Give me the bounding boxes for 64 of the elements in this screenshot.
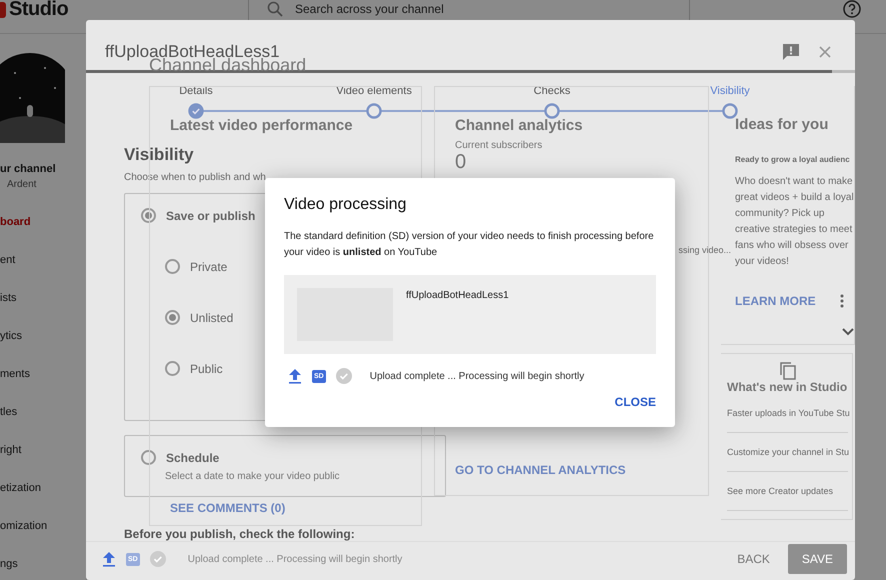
subscribers-count: 0 — [455, 151, 466, 173]
radio-button[interactable] — [165, 310, 180, 325]
more-icon[interactable] — [840, 294, 844, 308]
card-title: Latest video performance — [170, 117, 353, 134]
search-field[interactable]: Search across your channel — [295, 1, 595, 17]
video-title: ffUploadBotHeadLess1 — [406, 290, 509, 301]
logo-icon — [0, 0, 6, 20]
section-title: Visibility — [124, 145, 194, 165]
card-title: Ideas for you — [735, 116, 828, 133]
nav-item[interactable]: board — [0, 215, 86, 230]
radio-button[interactable] — [165, 361, 180, 376]
step-label[interactable]: Details — [179, 85, 213, 97]
help-icon[interactable] — [843, 0, 861, 18]
upload-status: Upload complete ... Processing will begin shortly — [188, 554, 402, 564]
option-label: Schedule — [166, 450, 220, 464]
checklist-title: Before you publish, check the following: — [124, 527, 355, 541]
modal-message: The standard definition (SD) version of your video needs to finish processing before your video is unlisted on YouTube — [284, 230, 655, 260]
copy-icon — [780, 362, 796, 380]
option-label: Unlisted — [190, 310, 234, 324]
idea-heading: Ready to grow a loyal audienc — [735, 155, 850, 164]
logo-text: Studio — [9, 0, 68, 21]
close-icon[interactable] — [819, 46, 831, 58]
subscribers-label: Current subscribers — [455, 140, 542, 151]
channel-handle: Ardent — [6, 179, 38, 190]
upload-status: Upload complete ... Processing will begin shortly — [370, 370, 584, 382]
nav-item[interactable]: ments — [0, 367, 86, 382]
modal-title: Video processing — [284, 196, 408, 214]
comments-link[interactable]: SEE COMMENTS (0) — [170, 501, 286, 515]
check-circle-icon — [336, 368, 352, 384]
chevron-down-icon[interactable] — [842, 328, 854, 336]
step-label[interactable]: Checks — [534, 85, 570, 97]
channel-name: ur channel — [0, 163, 57, 175]
nav-item[interactable]: ytics — [0, 329, 86, 344]
nav-item[interactable]: tles — [0, 405, 86, 420]
option-hint: Select a date to make your video public — [165, 471, 341, 482]
step-label[interactable]: Video elements — [336, 85, 412, 97]
section-hint: Choose when to publish and wh — [124, 172, 266, 183]
option-label: Private — [190, 260, 228, 274]
card-title: What's new in Studio — [727, 380, 848, 394]
nav-item[interactable]: omization — [0, 519, 86, 534]
radio-button[interactable] — [141, 450, 156, 465]
feedback-icon[interactable] — [783, 44, 799, 60]
radio-button[interactable] — [141, 208, 156, 223]
idea-text: Who doesn't want to make great videos + build a loyal community? Pick up creative strategies to meet fans who will obsess over your videos! — [735, 175, 855, 269]
nav-item[interactable]: ent — [0, 253, 86, 268]
step-label[interactable]: Visibility — [710, 85, 750, 97]
processing-text: ssing video... — [678, 245, 731, 255]
analytics-link[interactable]: GO TO CHANNEL ANALYTICS — [455, 463, 626, 477]
dialog-title: ffUploadBotHeadLess1 — [105, 42, 280, 61]
learn-more-link[interactable]: LEARN MORE — [735, 294, 816, 308]
nav-item[interactable]: etization — [0, 481, 86, 496]
nav-item[interactable]: right — [0, 443, 86, 458]
nav-item[interactable]: ngs — [0, 557, 86, 572]
card-title: Channel analytics — [455, 117, 583, 134]
check-circle-icon — [150, 551, 166, 567]
upload-icon — [288, 368, 302, 384]
close-button[interactable]: CLOSE — [614, 389, 656, 415]
radio-button[interactable] — [165, 259, 180, 274]
nav-item[interactable]: ists — [0, 291, 86, 306]
dialog-button[interactable]: BACK — [729, 546, 778, 572]
upload-icon — [102, 551, 116, 567]
option-label: Public — [190, 362, 223, 376]
option-label: Save or publish — [166, 208, 256, 222]
search-icon — [267, 1, 283, 17]
